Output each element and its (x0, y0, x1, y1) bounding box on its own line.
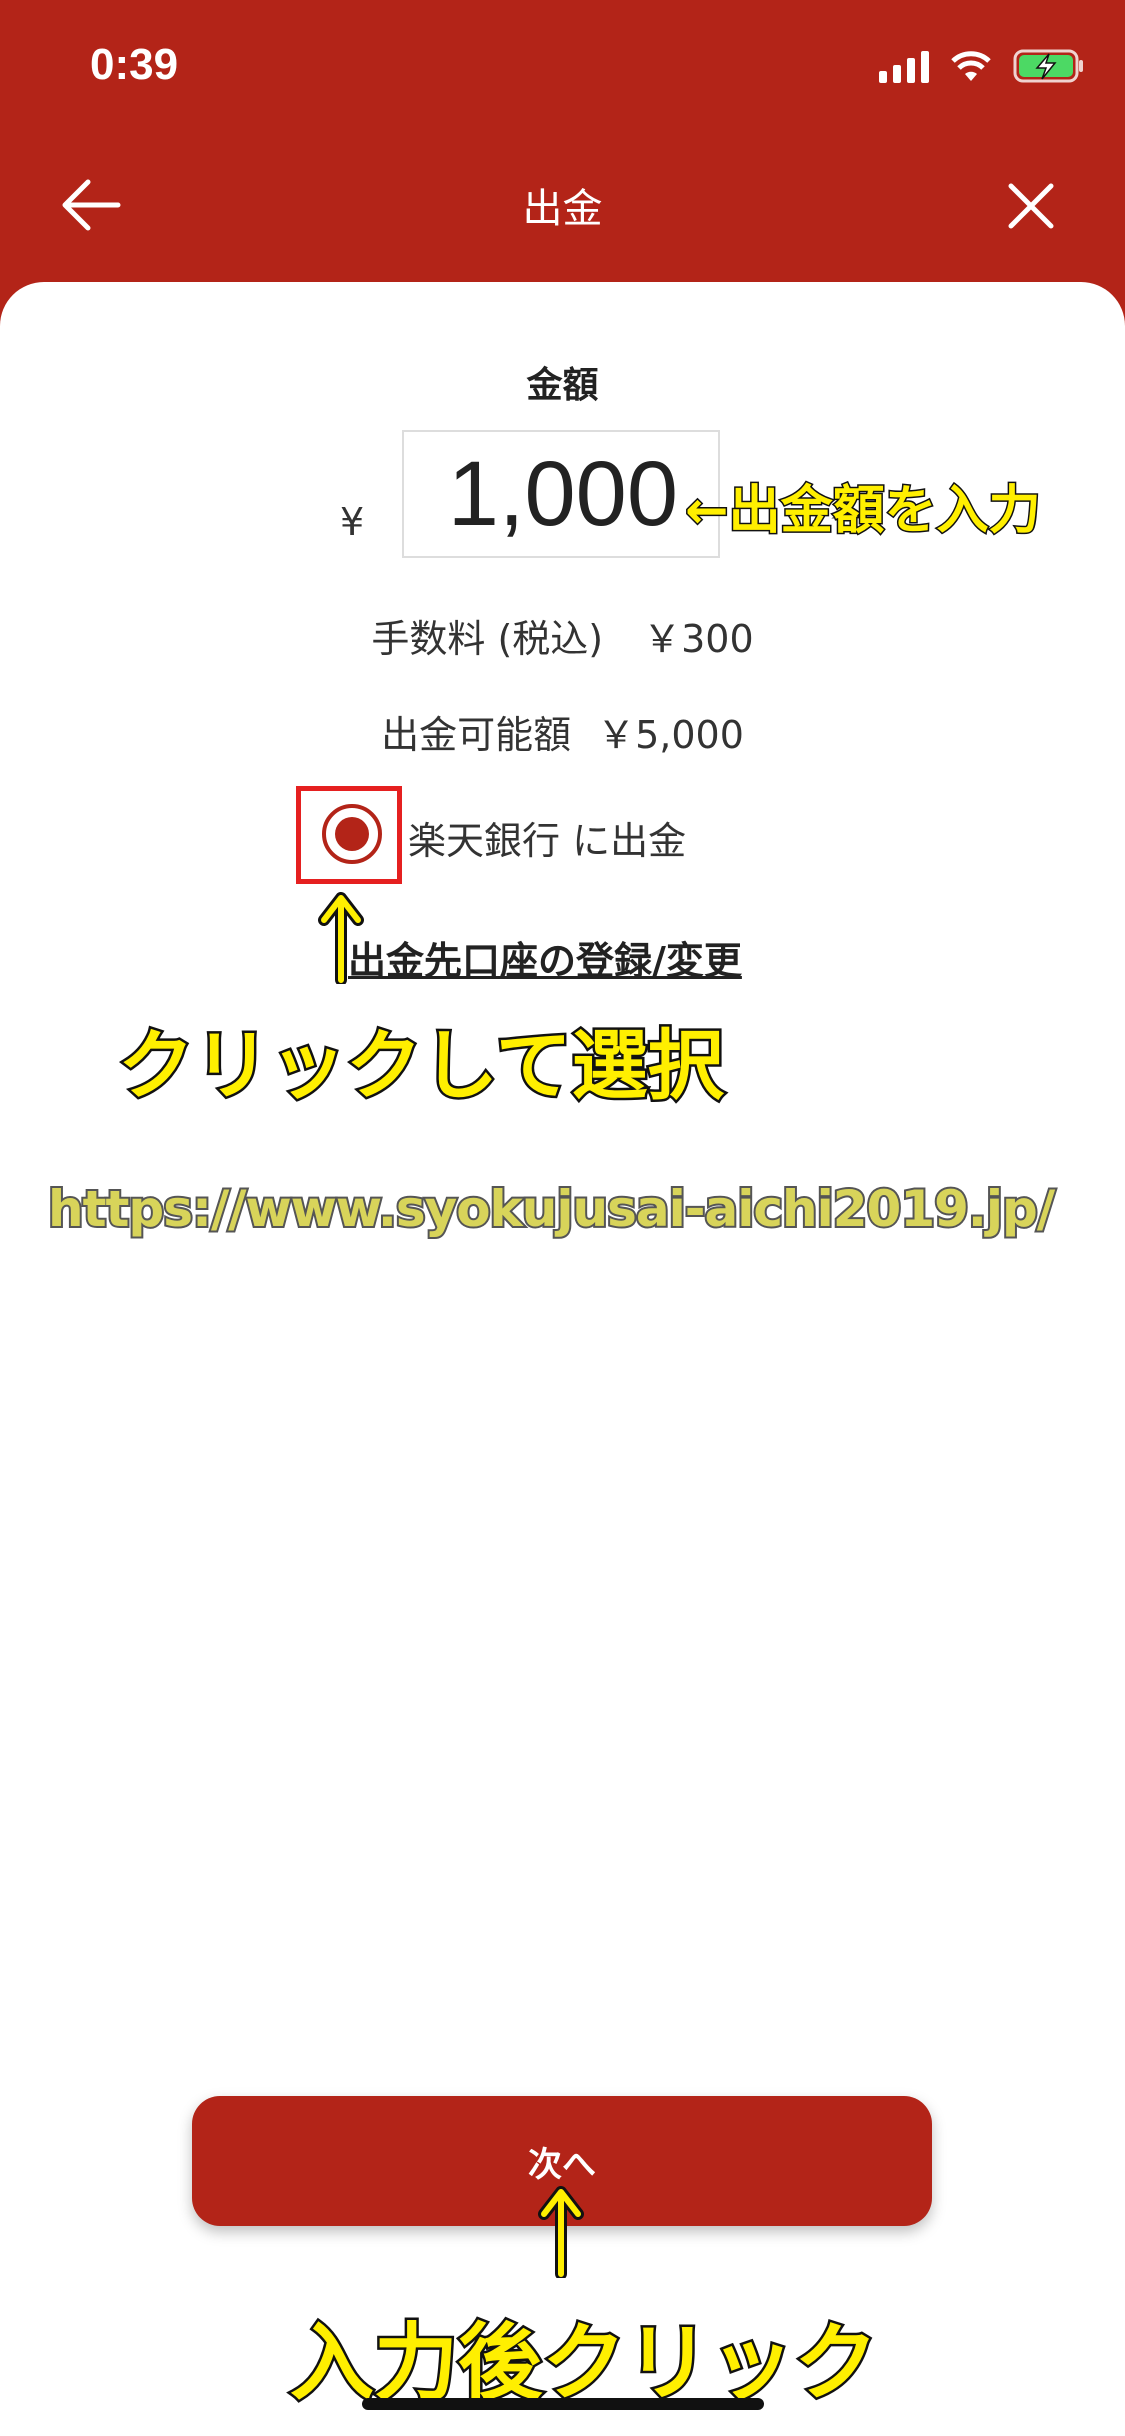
currency-symbol: ¥ (340, 500, 365, 544)
available-row: 出金可能額 ￥5,000 (0, 704, 1125, 759)
available-label: 出金可能額 (381, 713, 572, 757)
fee-row: 手数料 (税込) ￥300 (0, 608, 1125, 663)
battery-charging-icon (1013, 48, 1085, 84)
app-header: 0:39 出金 (0, 0, 1125, 330)
amount-label: 金額 (526, 365, 599, 406)
wifi-icon (949, 49, 993, 83)
close-icon (1008, 183, 1054, 229)
signal-icon (879, 49, 929, 83)
fee-value: ￥300 (643, 617, 754, 661)
available-value: ￥5,000 (597, 713, 744, 757)
home-indicator (362, 2398, 764, 2410)
bank-option-label: 楽天銀行 に出金 (408, 819, 687, 863)
status-icons (879, 48, 1085, 84)
click-select-annotation: クリックして選択 (116, 1019, 727, 1113)
page-title: 出金 (522, 186, 603, 232)
account-register-link[interactable]: 出金先口座の登録/変更 (348, 930, 742, 985)
close-button[interactable] (1005, 180, 1057, 232)
watermark-url: https://www.syokujusai-aichi2019.jp/ (46, 1178, 1057, 1240)
status-time: 0:39 (90, 40, 179, 89)
arrow-up-icon (538, 2186, 584, 2278)
amount-input[interactable] (402, 430, 720, 558)
amount-annotation: ←出金額を入力 (684, 480, 1043, 543)
bank-radio-button[interactable] (322, 804, 382, 864)
fee-label: 手数料 (税込) (371, 617, 604, 661)
